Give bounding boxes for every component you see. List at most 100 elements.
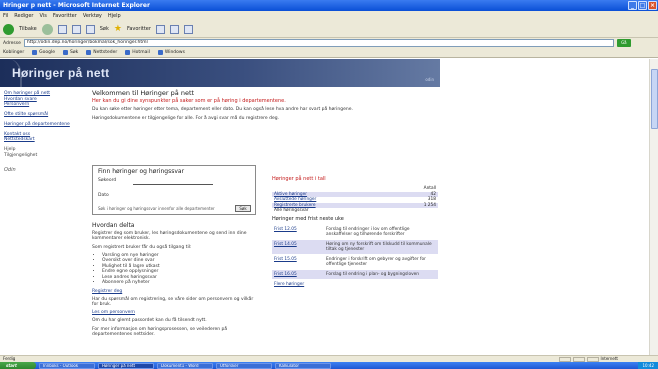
- main-content: Velkommen til Høringer på nett Her kan d…: [92, 89, 438, 337]
- password-text: Om du har glemt passordet kan du få tils…: [92, 318, 207, 324]
- link-sites[interactable]: Nettsteder: [86, 50, 117, 55]
- link-windows[interactable]: Windows: [157, 50, 185, 55]
- nav-item-accessibility[interactable]: Tilgjengelighet: [4, 153, 88, 158]
- list-item: Frist 15.05 Endringer i forskrift om geby…: [274, 256, 426, 267]
- back-label[interactable]: Tilbake: [19, 26, 37, 32]
- search-form: Finn høringer og høringssvar Søkeord Dat…: [92, 165, 256, 215]
- favorites-toolbar-label[interactable]: Favoritter: [127, 26, 151, 32]
- close-button[interactable]: ×: [648, 1, 657, 10]
- list-item: Flere høringer: [274, 281, 305, 287]
- date-label: Dato: [98, 193, 109, 199]
- panel-title: Høringer på nett i tall: [272, 176, 326, 182]
- nav-item-about[interactable]: Om høringer på nett: [4, 91, 88, 96]
- list-item: Frist 12.05 Forslag til endringer i lov o…: [274, 226, 410, 237]
- link-icon: [63, 50, 69, 55]
- privacy-link[interactable]: Les om personvern: [92, 310, 135, 315]
- link-google[interactable]: Google: [32, 50, 55, 55]
- benefits-list: Varsling om nye høringer Oversikt over d…: [102, 253, 256, 286]
- section-paragraph: Registrer deg som bruker, les høringsdok…: [92, 231, 247, 242]
- toolbar: Tilbake Søk ★ Favoritter: [0, 21, 658, 38]
- menu-favorites[interactable]: Favoritter: [53, 11, 77, 21]
- stop-icon[interactable]: [57, 24, 67, 34]
- keyword-input[interactable]: [133, 179, 213, 185]
- participate-section: Hvordan delta Registrer deg som bruker, …: [92, 222, 256, 340]
- status-pane: [558, 356, 571, 362]
- more-info-text: For mer informasjon om høringsprosessen,…: [92, 326, 228, 337]
- print-icon[interactable]: [183, 24, 193, 34]
- mail-icon[interactable]: [169, 24, 179, 34]
- menu-bar: Fil Rediger Vis Favoritter Verktøy Hjelp: [0, 11, 658, 21]
- link-search[interactable]: Søk: [63, 50, 78, 55]
- search-button[interactable]: Søk: [235, 205, 251, 212]
- taskbar-item[interactable]: Kalkulator: [275, 362, 331, 369]
- nav-item-faq[interactable]: Ofte stilte spørsmål: [4, 112, 88, 117]
- site-logo-sub: odin: [425, 77, 434, 82]
- link-icon: [125, 50, 131, 55]
- taskbar-item[interactable]: Utforsker: [216, 362, 272, 369]
- list-item: Frist 14.05 Høring om ny forskrift om til…: [272, 239, 438, 254]
- address-input[interactable]: http://odin.dep.no/horinger/bokmal/sok_h…: [23, 39, 614, 47]
- history-icon[interactable]: [155, 24, 165, 34]
- window-title: Hringer p nett - Microsoft Internet Expl…: [3, 2, 150, 9]
- nav-item-privacy[interactable]: Personvern: [4, 102, 88, 107]
- page-title: Velkommen til Høringer på nett: [92, 89, 195, 97]
- start-button[interactable]: start: [0, 362, 36, 369]
- link-hotmail[interactable]: Hotmail: [125, 50, 150, 55]
- favorites-star-icon[interactable]: ★: [114, 24, 122, 34]
- forward-icon[interactable]: [41, 23, 53, 35]
- odin-logo[interactable]: Odin: [4, 167, 88, 173]
- system-tray-clock[interactable]: 10:42: [638, 362, 658, 369]
- browser-window: Hringer p nett - Microsoft Internet Expl…: [0, 0, 658, 369]
- section-heading: Hvordan delta: [92, 222, 135, 229]
- search-toolbar-label[interactable]: Søk: [100, 26, 109, 32]
- maximize-button[interactable]: □: [638, 1, 647, 10]
- links-bar: Koblinger Google Søk Nettsteder Hotmail …: [0, 48, 658, 58]
- page-viewport: Høringer på nett odin Om høringer på net…: [0, 59, 658, 355]
- title-bar: Hringer p nett - Microsoft Internet Expl…: [0, 0, 658, 11]
- status-bar: Ferdig Internett: [0, 355, 658, 362]
- section-intro: Som registrert bruker får du også tilgan…: [92, 244, 192, 250]
- register-link[interactable]: Registrer deg: [92, 289, 122, 294]
- taskbar-item[interactable]: Høringer på nett: [98, 362, 154, 369]
- list-item: Endre egne opplysninger: [102, 269, 256, 274]
- link-icon: [86, 50, 92, 55]
- minimize-button[interactable]: _: [628, 1, 637, 10]
- intro-paragraph-2: Høringsdokumentene er tilgjengelige for …: [92, 115, 280, 121]
- menu-tools[interactable]: Verktøy: [83, 11, 102, 21]
- list-item: Frist 16.05 Forslag til endring i plan- o…: [272, 269, 438, 279]
- menu-help[interactable]: Hjelp: [108, 11, 121, 21]
- links-label: Koblinger: [3, 50, 25, 55]
- menu-view[interactable]: Vis: [40, 11, 47, 21]
- list-item: Oversikt over dine svar: [102, 258, 256, 263]
- vertical-scrollbar[interactable]: [649, 59, 658, 355]
- nav-item-sitemap[interactable]: Nettstedskart: [4, 137, 88, 142]
- deadline-subtitle: Høringer med frist neste uke: [272, 215, 344, 222]
- left-navigation: Om høringer på nett Hvordan svare Person…: [4, 91, 88, 173]
- refresh-icon[interactable]: [71, 24, 81, 34]
- address-label: Adresse: [3, 40, 21, 46]
- list-item: Abonnere på nyheter: [102, 280, 256, 285]
- search-scope-text: Søk i høringer og høringssvar innenfor a…: [98, 205, 215, 211]
- site-logo[interactable]: Høringer på nett: [12, 66, 109, 80]
- link-icon: [32, 50, 38, 55]
- go-button[interactable]: Gå: [616, 39, 631, 47]
- nav-item-contact[interactable]: Kontakt oss: [4, 132, 88, 137]
- link-icon: [157, 50, 163, 55]
- menu-edit[interactable]: Rediger: [14, 11, 33, 21]
- status-pane: [572, 356, 585, 362]
- nav-item-help[interactable]: Hjelp: [4, 147, 88, 152]
- scrollbar-thumb[interactable]: [651, 69, 658, 129]
- status-pane: [586, 356, 599, 362]
- back-icon[interactable]: [3, 23, 14, 35]
- nav-item-departments[interactable]: Høringer på departementene: [4, 122, 88, 127]
- address-bar: Adresse http://odin.dep.no/horinger/bokm…: [0, 38, 658, 48]
- menu-file[interactable]: Fil: [3, 11, 8, 21]
- taskbar-item[interactable]: Dokument1 - Word: [157, 362, 213, 369]
- home-icon[interactable]: [85, 24, 95, 34]
- privacy-text: Har du spørsmål om registrering, se våre…: [92, 296, 254, 307]
- window-controls: _ □ ×: [628, 1, 657, 10]
- intro-paragraph: Du kan søke etter høringer etter tema, d…: [92, 107, 353, 113]
- search-form-title: Finn høringer og høringssvar: [98, 168, 185, 175]
- table-row: Alle høringssvar: [274, 208, 309, 213]
- taskbar-item[interactable]: Innboks - Outlook: [39, 362, 95, 369]
